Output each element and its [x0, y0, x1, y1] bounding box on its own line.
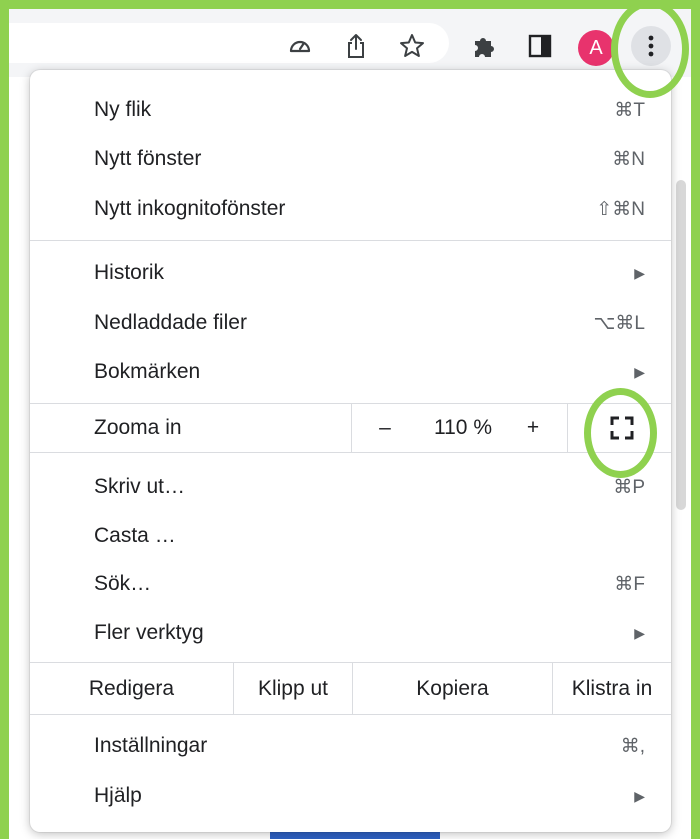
highlight-frame: [0, 0, 700, 839]
